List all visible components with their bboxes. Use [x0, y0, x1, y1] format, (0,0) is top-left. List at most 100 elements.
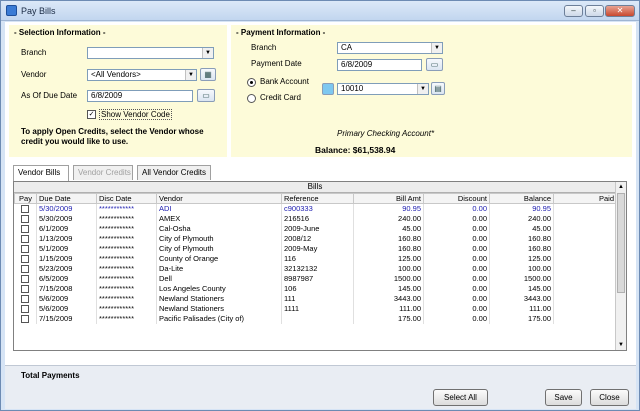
show-vendor-code-label[interactable]: Show Vendor Code: [99, 109, 172, 120]
column-header-vendor[interactable]: Vendor: [156, 193, 282, 204]
tab-vendor-bills[interactable]: Vendor Bills: [13, 165, 69, 181]
pay-checkbox[interactable]: [21, 295, 30, 303]
pay-checkbox-cell[interactable]: [14, 263, 37, 274]
show-vendor-code-checkbox[interactable]: ✓: [87, 110, 96, 119]
account-lookup-icon[interactable]: ▤: [431, 82, 445, 95]
cell-paid[interactable]: [553, 263, 617, 274]
pay-checkbox-cell[interactable]: [14, 203, 37, 214]
pay-checkbox-cell[interactable]: [14, 213, 37, 224]
table-row[interactable]: 6/5/2009 ************ Dell 8987987 1500.00 0.…: [14, 273, 617, 284]
due-date-field[interactable]: 6/8/2009: [87, 90, 193, 102]
pay-checkbox[interactable]: [21, 275, 30, 283]
cell-bill-amt: 111.00: [353, 303, 424, 314]
pay-checkbox[interactable]: [21, 205, 30, 214]
save-button[interactable]: Save: [545, 389, 582, 406]
pay-checkbox-cell[interactable]: [14, 303, 37, 314]
vendor-lookup-icon[interactable]: ▦: [200, 68, 216, 81]
table-row[interactable]: 7/15/2009 ************ Pacific Palisades (…: [14, 313, 617, 324]
payment-date-label: Payment Date: [251, 59, 302, 68]
pay-checkbox[interactable]: [21, 215, 30, 223]
maximize-button[interactable]: ▫: [585, 5, 604, 17]
payment-branch-dropdown[interactable]: CA ▼: [337, 42, 443, 54]
pay-checkbox[interactable]: [21, 245, 30, 253]
scroll-down-icon[interactable]: ▼: [616, 340, 626, 350]
cell-paid[interactable]: [553, 253, 617, 264]
scroll-thumb[interactable]: [617, 193, 625, 293]
table-row[interactable]: 7/15/2008 ************ Los Angeles County 1…: [14, 283, 617, 294]
pay-checkbox-cell[interactable]: [14, 283, 37, 294]
credit-card-radio[interactable]: [247, 94, 256, 103]
pay-checkbox-cell[interactable]: [14, 243, 37, 254]
select-all-button[interactable]: Select All: [433, 389, 488, 406]
cell-vendor: City of Plymouth: [156, 233, 282, 244]
pay-checkbox[interactable]: [21, 315, 30, 323]
pay-checkbox-cell[interactable]: [14, 223, 37, 234]
pay-checkbox[interactable]: [21, 285, 30, 293]
table-row[interactable]: 6/1/2009 ************ Cal-Osha 2009-June 45.…: [14, 223, 617, 234]
pay-checkbox-cell[interactable]: [14, 253, 37, 264]
cell-due-date: 5/6/2009: [36, 293, 97, 304]
pay-checkbox[interactable]: [21, 255, 30, 263]
minimize-button[interactable]: –: [564, 5, 583, 17]
table-row[interactable]: 5/30/2009 ************ AMEX 216516 240.00 0.0…: [14, 213, 617, 224]
pay-checkbox-cell[interactable]: [14, 313, 37, 324]
cell-paid[interactable]: [553, 313, 617, 324]
cell-paid[interactable]: [553, 293, 617, 304]
cell-bill-amt: 175.00: [353, 313, 424, 324]
column-header-paid[interactable]: Paid: [553, 193, 617, 204]
close-button[interactable]: Close: [590, 389, 629, 406]
chevron-down-icon: ▼: [417, 84, 428, 94]
calendar-icon[interactable]: ▭: [426, 58, 443, 71]
tab-all-vendor-credits[interactable]: All Vendor Credits: [137, 165, 211, 180]
cell-disc-date: ************: [96, 293, 157, 304]
column-header-due-date[interactable]: Due Date: [36, 193, 97, 204]
table-row[interactable]: 5/6/2009 ************ Newland Stationers 11…: [14, 293, 617, 304]
cell-paid[interactable]: [553, 243, 617, 254]
table-row[interactable]: 1/15/2009 ************ County of Orange 116…: [14, 253, 617, 264]
column-header-balance[interactable]: Balance: [489, 193, 554, 204]
column-header-reference[interactable]: Reference: [281, 193, 354, 204]
cell-paid[interactable]: [553, 213, 617, 224]
cell-paid[interactable]: [553, 203, 617, 214]
cell-paid[interactable]: [553, 283, 617, 294]
cell-bill-amt: 240.00: [353, 213, 424, 224]
cell-discount: 0.00: [423, 283, 490, 294]
pay-checkbox[interactable]: [21, 235, 30, 243]
payment-date-field[interactable]: 6/8/2009: [337, 59, 422, 71]
chevron-down-icon: ▼: [185, 70, 196, 80]
column-header-discount[interactable]: Discount: [423, 193, 490, 204]
pay-checkbox-cell[interactable]: [14, 293, 37, 304]
pay-checkbox[interactable]: [21, 265, 30, 273]
cell-paid[interactable]: [553, 303, 617, 314]
scroll-up-icon[interactable]: ▲: [616, 182, 626, 192]
pay-checkbox[interactable]: [21, 225, 30, 233]
cell-paid[interactable]: [553, 233, 617, 244]
credit-card-label: Credit Card: [260, 93, 301, 102]
pay-checkbox-cell[interactable]: [14, 273, 37, 284]
bills-grid-title: Bills: [14, 182, 616, 193]
grid-scrollbar[interactable]: ▲ ▼: [615, 182, 626, 350]
table-row[interactable]: 5/1/2009 ************ City of Plymouth 2009…: [14, 243, 617, 254]
cell-paid[interactable]: [553, 223, 617, 234]
calendar-icon[interactable]: ▭: [197, 89, 215, 102]
close-window-button[interactable]: ✕: [605, 5, 635, 17]
cell-disc-date: ************: [96, 243, 157, 254]
cell-vendor: Cal-Osha: [156, 223, 282, 234]
selection-branch-dropdown[interactable]: ▼: [87, 47, 214, 59]
cell-paid[interactable]: [553, 273, 617, 284]
cell-disc-date: ************: [96, 313, 157, 324]
table-row[interactable]: 1/13/2009 ************ City of Plymouth 200…: [14, 233, 617, 244]
column-header-bill-amt[interactable]: Bill Amt: [353, 193, 424, 204]
app-icon: [6, 5, 17, 16]
table-row[interactable]: 5/23/2009 ************ Da-Lite 32132132 100.…: [14, 263, 617, 274]
tab-vendor-credits[interactable]: Vendor Credits: [73, 165, 133, 180]
bank-account-dropdown[interactable]: 10010 ▼: [337, 83, 429, 95]
column-header-pay[interactable]: Pay: [14, 193, 37, 204]
column-header-disc-date[interactable]: Disc Date: [96, 193, 157, 204]
bank-account-radio[interactable]: [247, 78, 256, 87]
vendor-dropdown[interactable]: <All Vendors> ▼: [87, 69, 197, 81]
pay-checkbox-cell[interactable]: [14, 233, 37, 244]
table-row[interactable]: 5/6/2009 ************ Newland Stationers 11…: [14, 303, 617, 314]
pay-checkbox[interactable]: [21, 305, 30, 313]
table-row[interactable]: 5/30/2009 ************ ADI c900333 90.95 0.00…: [14, 203, 617, 214]
